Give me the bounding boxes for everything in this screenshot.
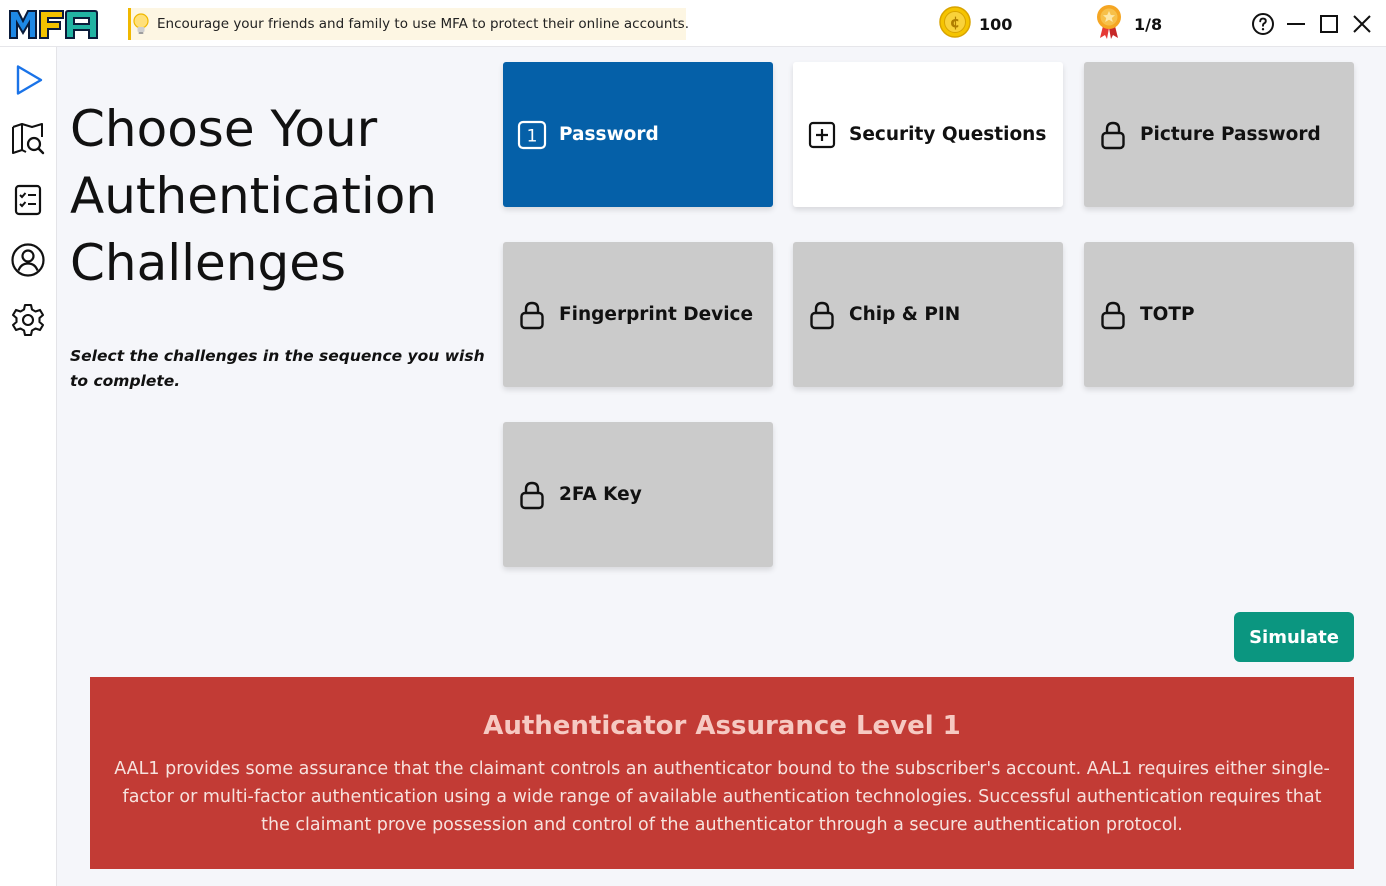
title-line: Authentication [70,167,438,225]
challenge-card-2fa-key[interactable]: 2FA Key [503,422,773,567]
challenge-card-password[interactable]: 1 Password [503,62,773,207]
challenge-label: 2FA Key [559,484,642,505]
challenge-label: Picture Password [1140,124,1321,145]
title-line: Choose Your [70,100,378,158]
map-search-icon[interactable] [9,120,47,158]
challenge-label: Password [559,124,659,145]
challenge-card-totp[interactable]: TOTP [1084,242,1354,387]
challenge-label: Chip & PIN [849,304,961,325]
app-logo [8,7,100,41]
challenge-card-security-questions[interactable]: Security Questions [793,62,1063,207]
simulate-button[interactable]: Simulate [1234,612,1354,662]
coin-counter: ¢ 100 [939,6,1013,42]
lock-icon [1098,120,1128,150]
challenge-card-fingerprint-device[interactable]: Fingerprint Device [503,242,773,387]
challenge-card-chip-pin[interactable]: Chip & PIN [793,242,1063,387]
maximize-icon[interactable] [1317,12,1341,36]
plus-square-icon [807,120,837,150]
number-badge-icon: 1 [517,120,547,150]
assurance-level-panel: Authenticator Assurance Level 1 AAL1 pro… [90,677,1354,869]
lightbulb-icon [131,8,151,40]
close-icon[interactable] [1350,12,1374,36]
top-bar: Encourage your friends and family to use… [0,0,1386,47]
lock-icon [1098,300,1128,330]
selection-order: 1 [527,126,538,146]
coin-icon: ¢ [939,6,971,42]
gear-icon[interactable] [9,301,47,339]
play-icon[interactable] [9,61,47,99]
minimize-icon[interactable] [1284,12,1308,36]
challenge-label: Security Questions [849,124,1047,145]
coin-count: 100 [979,14,1013,34]
challenge-card-picture-password[interactable]: Picture Password [1084,62,1354,207]
instruction-text: Select the challenges in the sequence yo… [70,347,485,390]
challenge-label: Fingerprint Device [559,304,754,325]
page-title: Choose Your Authentication Challenges [70,96,490,297]
tip-text: Encourage your friends and family to use… [157,16,690,32]
assurance-level-title: Authenticator Assurance Level 1 [483,711,961,741]
achievement-counter: 1/8 [1094,4,1163,44]
user-circle-icon[interactable] [9,241,47,279]
achievement-progress: 1/8 [1134,14,1163,34]
lock-icon [517,480,547,510]
assurance-level-description: AAL1 provides some assurance that the cl… [114,759,1330,835]
lock-icon [807,300,837,330]
checklist-icon[interactable] [9,181,47,219]
medal-icon [1094,4,1124,44]
svg-text:¢: ¢ [950,14,960,32]
help-icon[interactable] [1251,12,1275,36]
lock-icon [517,300,547,330]
title-line: Challenges [70,234,347,292]
tip-banner: Encourage your friends and family to use… [128,8,690,40]
challenge-label: TOTP [1140,304,1195,325]
sidebar [0,47,57,886]
